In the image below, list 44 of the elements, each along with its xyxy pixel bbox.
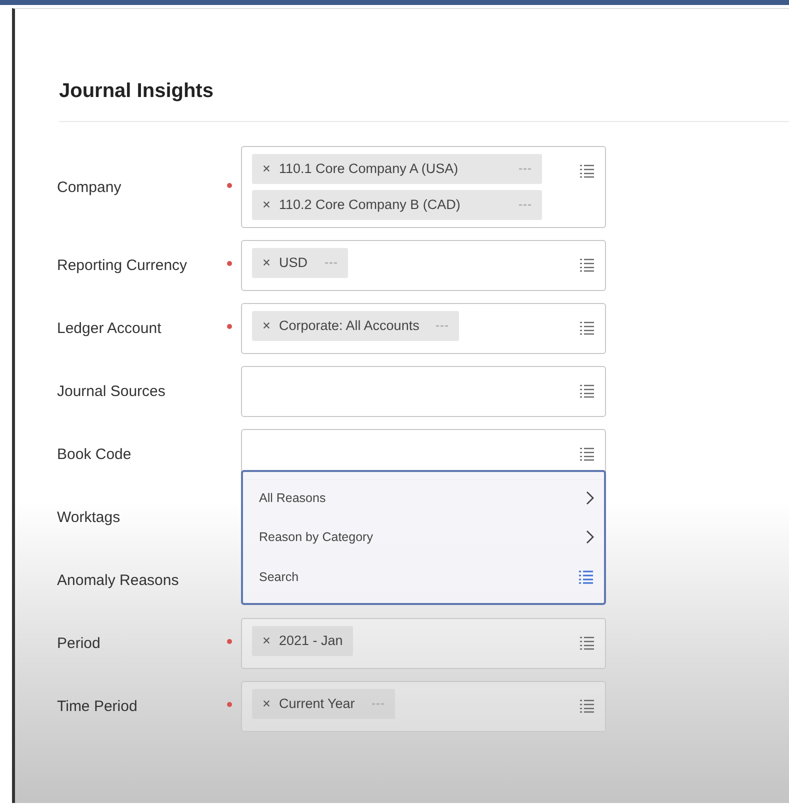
field-label: Reporting Currency <box>57 257 188 274</box>
remove-icon[interactable] <box>262 200 271 209</box>
prompt-field[interactable]: Corporate: All Accounts <box>241 303 606 354</box>
list-icon[interactable] <box>578 570 594 584</box>
chevron-right-icon <box>586 530 594 544</box>
chip-text: 110.1 Core Company A (USA) <box>279 160 458 178</box>
chip-text: Corporate: All Accounts <box>279 317 420 335</box>
remove-icon[interactable] <box>262 164 271 173</box>
menu-item[interactable]: Reason by Category <box>259 530 594 544</box>
field-label: Ledger Account <box>57 320 162 337</box>
field-label: Book Code <box>57 446 132 463</box>
menu-item[interactable]: All Reasons <box>259 490 594 505</box>
page-title: Journal Insights <box>58 79 214 104</box>
field-label: Period <box>57 635 102 652</box>
list-icon[interactable] <box>579 447 595 461</box>
prompt-field[interactable] <box>241 366 606 417</box>
prompt-field[interactable]: Current Year <box>241 681 606 732</box>
field-label: Anomaly Reasons <box>57 572 180 589</box>
list-icon[interactable] <box>579 164 595 178</box>
chip-text: 2021 - Jan <box>279 632 343 650</box>
prompt-field[interactable]: USD <box>241 240 606 291</box>
list-icon[interactable] <box>579 384 595 398</box>
field-label: Company <box>57 178 122 196</box>
chip-text: 110.2 Core Company B (CAD) <box>279 196 460 214</box>
menu-item-text: Search <box>259 570 299 584</box>
field-label: Worktags <box>57 509 122 526</box>
list-icon[interactable] <box>579 636 595 650</box>
menu-item[interactable]: Search <box>259 570 594 584</box>
remove-icon[interactable] <box>262 258 271 267</box>
prompt-field[interactable]: 2021 - Jan <box>241 618 606 669</box>
remove-icon[interactable] <box>262 699 271 708</box>
menu-item-text: Reason by Category <box>259 530 373 544</box>
remove-icon[interactable] <box>262 636 271 645</box>
list-icon[interactable] <box>579 699 595 713</box>
chevron-right-icon <box>586 490 594 505</box>
list-icon[interactable] <box>579 258 595 272</box>
prompt-field[interactable]: 110.1 Core Company A (USA) 110.2 Core Company B (CAD) <box>241 146 606 228</box>
menu-item-text: All Reasons <box>259 490 326 505</box>
field-label: Time Period <box>57 698 138 715</box>
chip-text: USD <box>279 254 308 272</box>
list-icon[interactable] <box>579 321 595 335</box>
field-label: Journal Sources <box>57 383 166 400</box>
remove-icon[interactable] <box>262 321 271 330</box>
chip-text: Current Year <box>279 695 355 713</box>
